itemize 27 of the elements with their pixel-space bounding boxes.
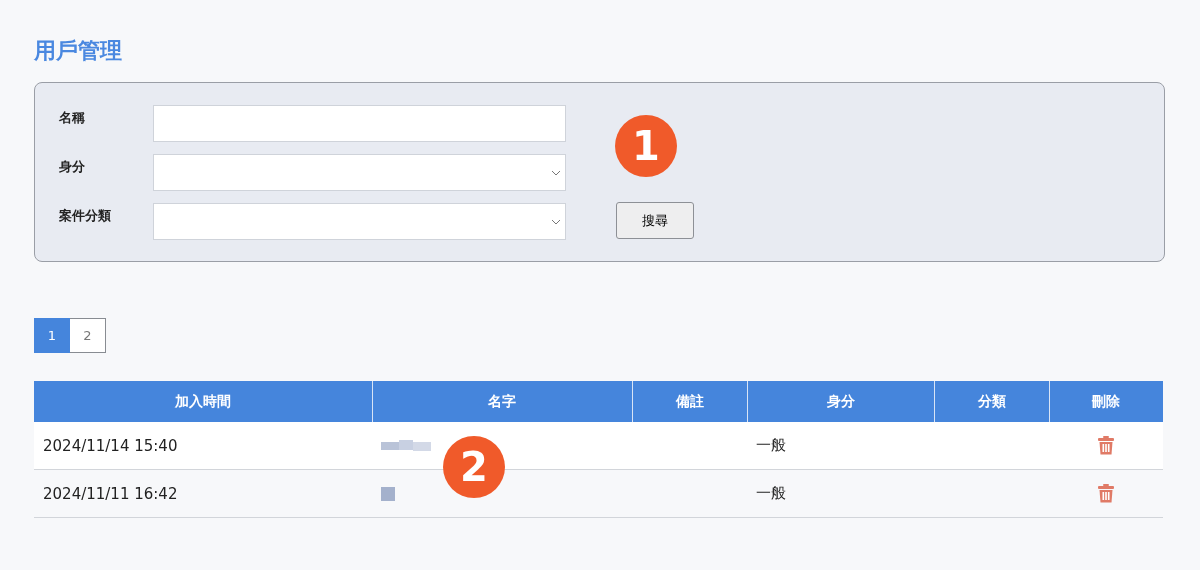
select-field[interactable] bbox=[153, 203, 566, 240]
column-header[interactable]: 加入時間 bbox=[34, 381, 372, 422]
table-cell: 一般 bbox=[756, 484, 786, 502]
trash-icon[interactable] bbox=[1098, 484, 1114, 503]
page-title: 用戶管理 bbox=[34, 37, 123, 65]
field-label: 案件分類 bbox=[59, 207, 112, 225]
page-button[interactable]: 2 bbox=[70, 318, 106, 353]
search-button[interactable]: 搜尋 bbox=[616, 202, 694, 239]
blurred-name-icon bbox=[381, 486, 395, 502]
field-label: 名稱 bbox=[59, 109, 86, 127]
table-cell: 一般 bbox=[756, 436, 786, 454]
blurred-name-icon bbox=[381, 438, 431, 454]
input-field[interactable] bbox=[153, 105, 566, 142]
column-header[interactable]: 備註 bbox=[632, 381, 747, 422]
page-button[interactable]: 1 bbox=[34, 318, 70, 353]
column-header[interactable]: 刪除 bbox=[1049, 381, 1163, 422]
column-header[interactable]: 身分 bbox=[747, 381, 934, 422]
chevron-down-icon bbox=[551, 169, 561, 176]
table-cell: 2024/11/11 16:42 bbox=[43, 484, 178, 503]
trash-icon[interactable] bbox=[1098, 436, 1114, 455]
column-header[interactable]: 名字 bbox=[372, 381, 632, 422]
field-label: 身分 bbox=[59, 158, 86, 176]
column-header[interactable]: 分類 bbox=[934, 381, 1049, 422]
select-field[interactable] bbox=[153, 154, 566, 191]
annotation-marker: 1 bbox=[615, 115, 677, 177]
chevron-down-icon bbox=[551, 218, 561, 225]
table-cell: 2024/11/14 15:40 bbox=[43, 436, 178, 455]
